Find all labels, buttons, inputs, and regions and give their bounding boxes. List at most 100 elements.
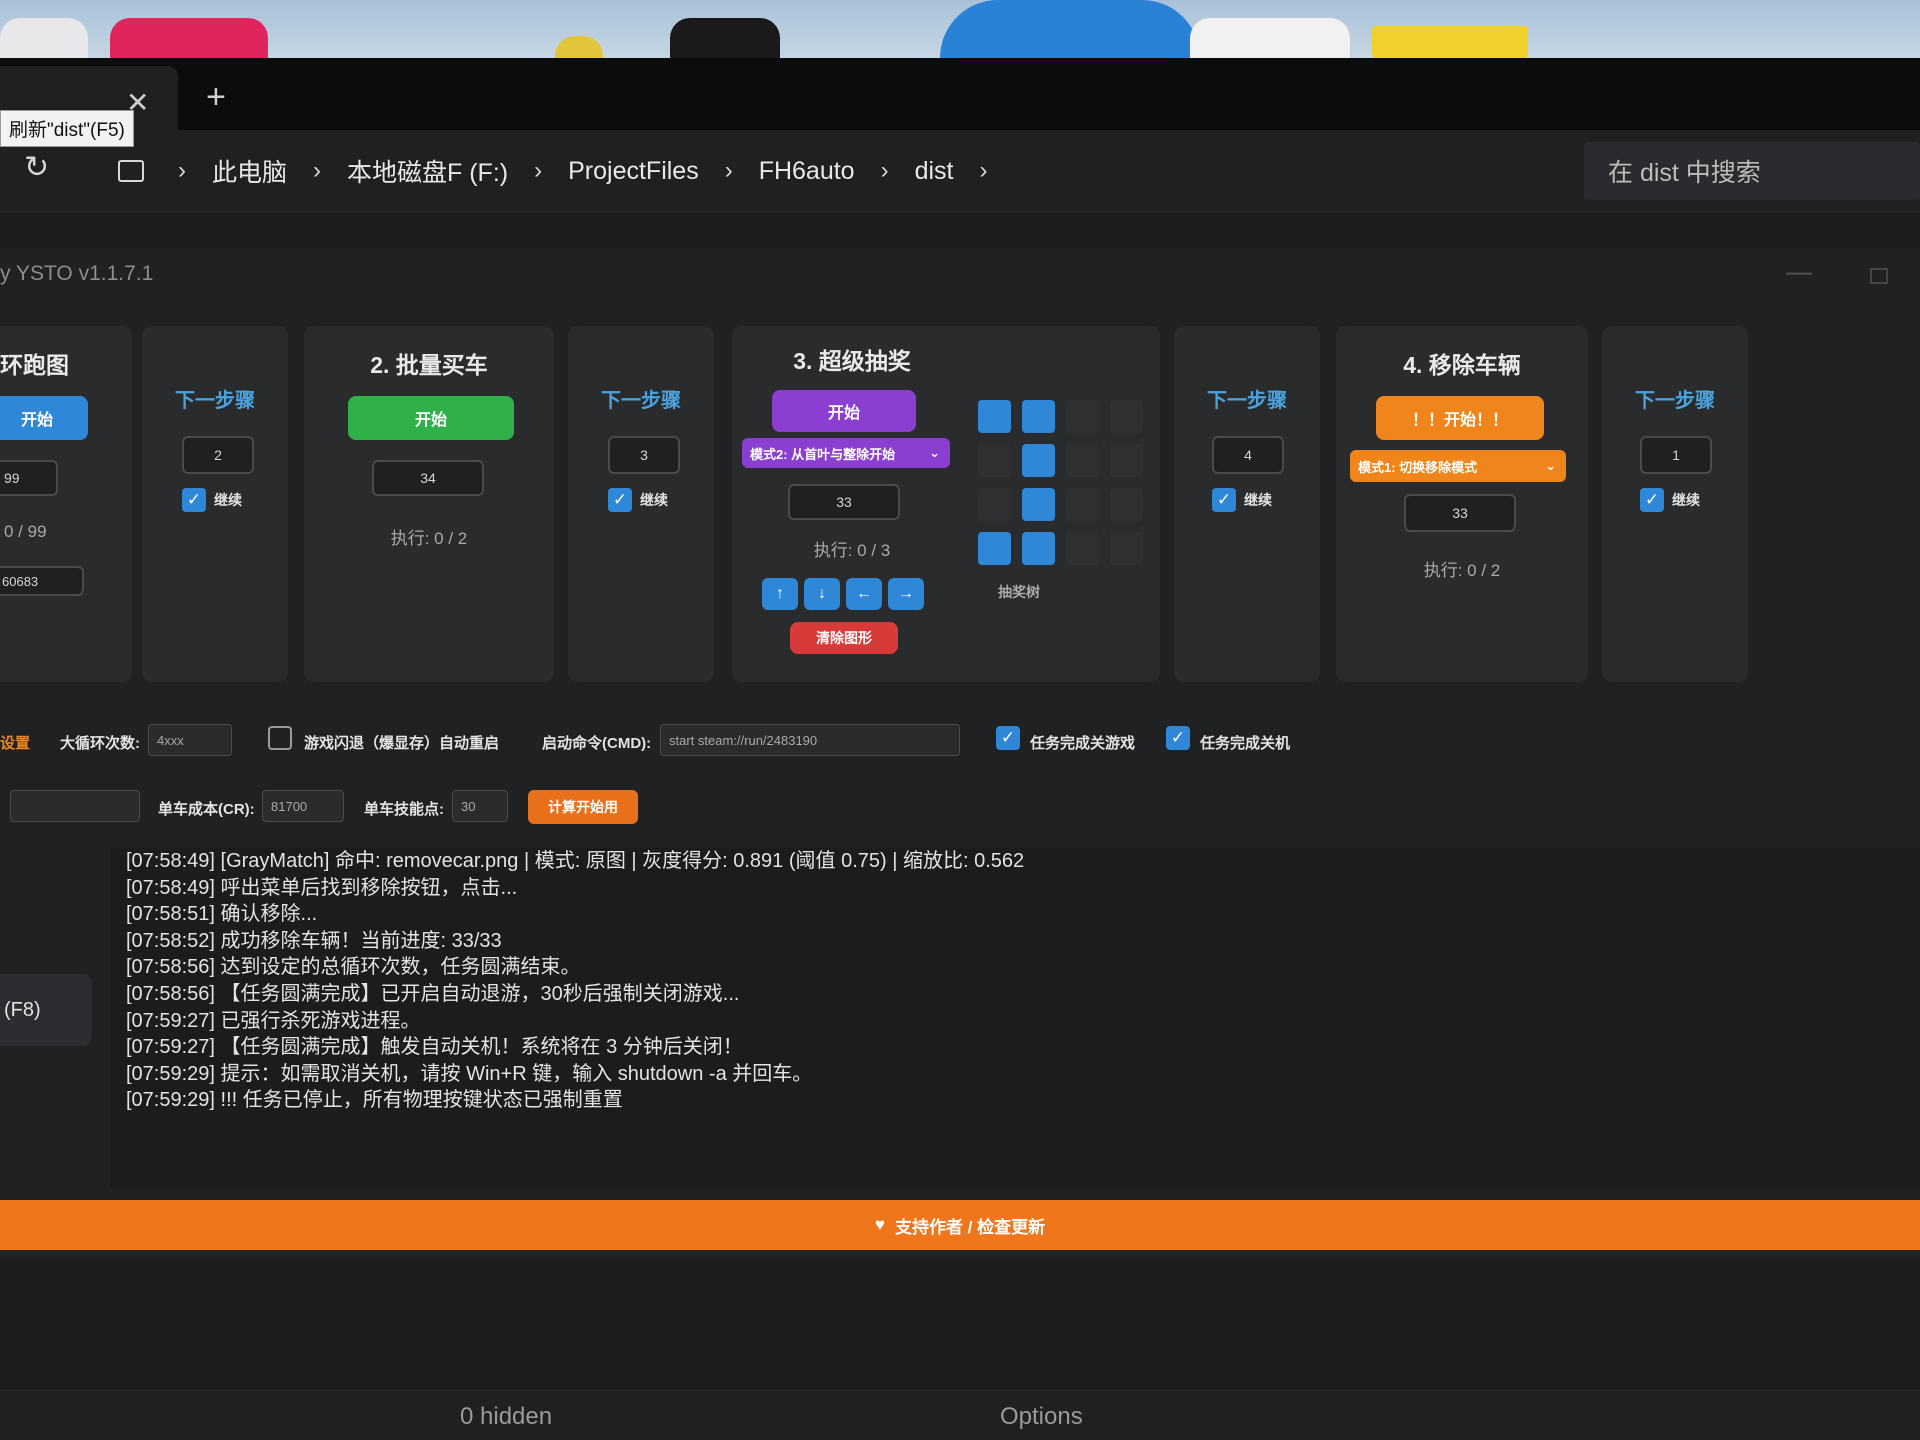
mode-select[interactable]: 模式1: 切换移除模式 ⌄ — [1350, 450, 1566, 482]
checkbox[interactable]: ✓ — [1212, 488, 1236, 512]
next-step-card: 下一步骤 3 ✓ 继续 — [568, 326, 714, 682]
shutdown-checkbox[interactable]: ✓ — [1166, 726, 1190, 750]
card-remove-cars: 4. 移除车辆 ！！开始！！ 模式1: 切换移除模式 ⌄ 33 执行: 0 / 2 — [1336, 326, 1588, 682]
grid-cell[interactable] — [1066, 444, 1099, 477]
grid-cell[interactable] — [1066, 488, 1099, 521]
log-list: [07:58:49] [GrayMatch] 命中: removecar.png… — [110, 848, 1920, 1114]
unnamed-input[interactable] — [10, 790, 140, 822]
settings-label: 设置 — [0, 735, 31, 752]
grid-cell[interactable] — [1022, 488, 1055, 521]
arrow-down-icon[interactable]: ↓ — [804, 578, 840, 610]
grid-cell[interactable] — [978, 400, 1011, 433]
taskbar-app-icon[interactable] — [1372, 26, 1528, 58]
search-input[interactable]: 在 dist 中搜索 — [1584, 142, 1920, 200]
log-line: [07:59:29] !!! 任务已停止，所有物理按键状态已强制重置 — [126, 1089, 623, 1112]
arrow-left-icon[interactable]: ← — [846, 578, 882, 610]
taskbar-app-icon[interactable] — [1190, 18, 1350, 58]
count-input[interactable]: 33 — [1404, 494, 1516, 532]
loop-count-input[interactable]: 99 — [0, 460, 58, 496]
stop-f8-button[interactable]: (F8) — [0, 974, 92, 1046]
grid-cell[interactable] — [978, 488, 1011, 521]
grid-cell[interactable] — [1022, 444, 1055, 477]
breadcrumb-item[interactable]: FH6auto — [745, 157, 869, 186]
next-step-card: 下一步骤 4 ✓ 继续 — [1174, 326, 1320, 682]
chevron-right-icon[interactable]: › — [713, 157, 745, 185]
loops-input[interactable]: 4xxx — [148, 724, 232, 756]
chevron-right-icon[interactable]: › — [522, 157, 554, 185]
chevron-right-icon[interactable]: › — [869, 157, 901, 185]
checkbox[interactable]: ✓ — [608, 488, 632, 512]
log-line: [07:58:56] 【任务圆满完成】已开启自动退游，30秒后强制关闭游戏... — [126, 982, 740, 1005]
progress-label: 0 / 99 — [4, 522, 47, 541]
clear-pattern-button[interactable]: 清除图形 — [790, 622, 898, 654]
checkbox[interactable]: ✓ — [1640, 488, 1664, 512]
next-step-input[interactable]: 4 — [1212, 436, 1284, 474]
refresh-icon[interactable]: ↻ — [24, 150, 49, 185]
address-bar[interactable]: › 此电脑 › 本地磁盘F (F:) › ProjectFiles › FH6a… — [96, 142, 1566, 200]
points-input[interactable]: 30 — [452, 790, 508, 822]
grid-cell[interactable] — [1066, 400, 1099, 433]
points-label: 单车技能点: — [364, 801, 444, 818]
grid-cell[interactable] — [1110, 444, 1143, 477]
breadcrumb-item[interactable]: 本地磁盘F (F:) — [333, 153, 522, 189]
start-button[interactable]: 开始 — [348, 396, 514, 440]
next-step-input[interactable]: 2 — [182, 436, 254, 474]
taskbar-app-icon[interactable] — [110, 18, 268, 58]
start-button[interactable]: 开始 — [0, 396, 88, 440]
log-line: [07:58:49] [GrayMatch] 命中: removecar.png… — [126, 850, 1025, 872]
arrow-up-icon[interactable]: ↑ — [762, 578, 798, 610]
mode-select-value: 模式2: 从首叶与整除开始 — [750, 446, 896, 462]
close-game-checkbox[interactable]: ✓ — [996, 726, 1020, 750]
support-label: 支持作者 / 检查更新 — [894, 1217, 1046, 1237]
next-step-input[interactable]: 3 — [608, 436, 680, 474]
taskbar-app-icon[interactable] — [670, 18, 780, 58]
next-step-input[interactable]: 1 — [1640, 436, 1712, 474]
continue-checkbox-row[interactable]: ✓ 继续 — [1212, 488, 1272, 512]
chevron-right-icon[interactable]: › — [301, 157, 333, 185]
taskbar-app-icon[interactable] — [940, 0, 1200, 58]
taskbar-app-icon[interactable] — [555, 36, 603, 58]
continue-checkbox-row[interactable]: ✓ 继续 — [608, 488, 668, 512]
grid-cell[interactable] — [978, 532, 1011, 565]
support-bar[interactable]: ♥ 支持作者 / 检查更新 — [0, 1200, 1920, 1250]
breadcrumb-item[interactable]: dist — [901, 157, 968, 186]
id-input[interactable]: 60683 — [0, 566, 84, 596]
start-button[interactable]: ！！开始！！ — [1376, 396, 1544, 440]
grid-cell[interactable] — [1110, 400, 1143, 433]
count-input[interactable]: 34 — [372, 460, 484, 496]
auto-restart-checkbox[interactable] — [268, 726, 292, 750]
cmd-input[interactable]: start steam://run/2483190 — [660, 724, 960, 756]
log-line: [07:58:49] 呼出菜单后找到移除按钮，点击... — [126, 876, 518, 899]
exec-label: 执行: 0 / 2 — [390, 529, 468, 548]
grid-cell[interactable] — [1110, 532, 1143, 565]
desktop-strip — [0, 0, 1920, 58]
grid-cell[interactable] — [1110, 488, 1143, 521]
options-menu[interactable]: Options — [1000, 1403, 1083, 1431]
chevron-right-icon[interactable]: › — [968, 157, 1000, 185]
next-step-card: 下一步骤 2 ✓ 继续 — [142, 326, 288, 682]
continue-checkbox-row[interactable]: ✓ 继续 — [1640, 488, 1700, 512]
grid-cell[interactable] — [1022, 400, 1055, 433]
chevron-down-icon: ⌄ — [929, 445, 940, 460]
minimize-icon[interactable]: — — [1786, 256, 1812, 287]
mode-select-value: 模式1: 切换移除模式 — [1358, 459, 1478, 475]
start-button[interactable]: 开始 — [772, 390, 916, 432]
cost-input[interactable]: 81700 — [262, 790, 344, 822]
count-input[interactable]: 33 — [788, 484, 900, 520]
taskbar-app-icon[interactable] — [0, 18, 88, 58]
app-title: y YSTO v1.1.7.1 — [0, 262, 154, 285]
continue-checkbox-row[interactable]: ✓ 继续 — [182, 488, 242, 512]
grid-cell[interactable] — [1066, 532, 1099, 565]
grid-cell[interactable] — [978, 444, 1011, 477]
maximize-icon[interactable] — [1870, 268, 1888, 284]
new-tab-icon[interactable]: + — [206, 78, 226, 117]
calculate-button[interactable]: 计算开始用 — [528, 790, 638, 824]
breadcrumb-item[interactable]: ProjectFiles — [554, 157, 713, 186]
checkbox[interactable]: ✓ — [182, 488, 206, 512]
breadcrumb-item[interactable]: 此电脑 — [198, 153, 301, 189]
chevron-right-icon[interactable]: › — [166, 157, 198, 185]
arrow-right-icon[interactable]: → — [888, 578, 924, 610]
mode-select[interactable]: 模式2: 从首叶与整除开始 ⌄ — [742, 438, 950, 468]
next-step-title: 下一步骤 — [1635, 390, 1715, 412]
grid-cell[interactable] — [1022, 532, 1055, 565]
